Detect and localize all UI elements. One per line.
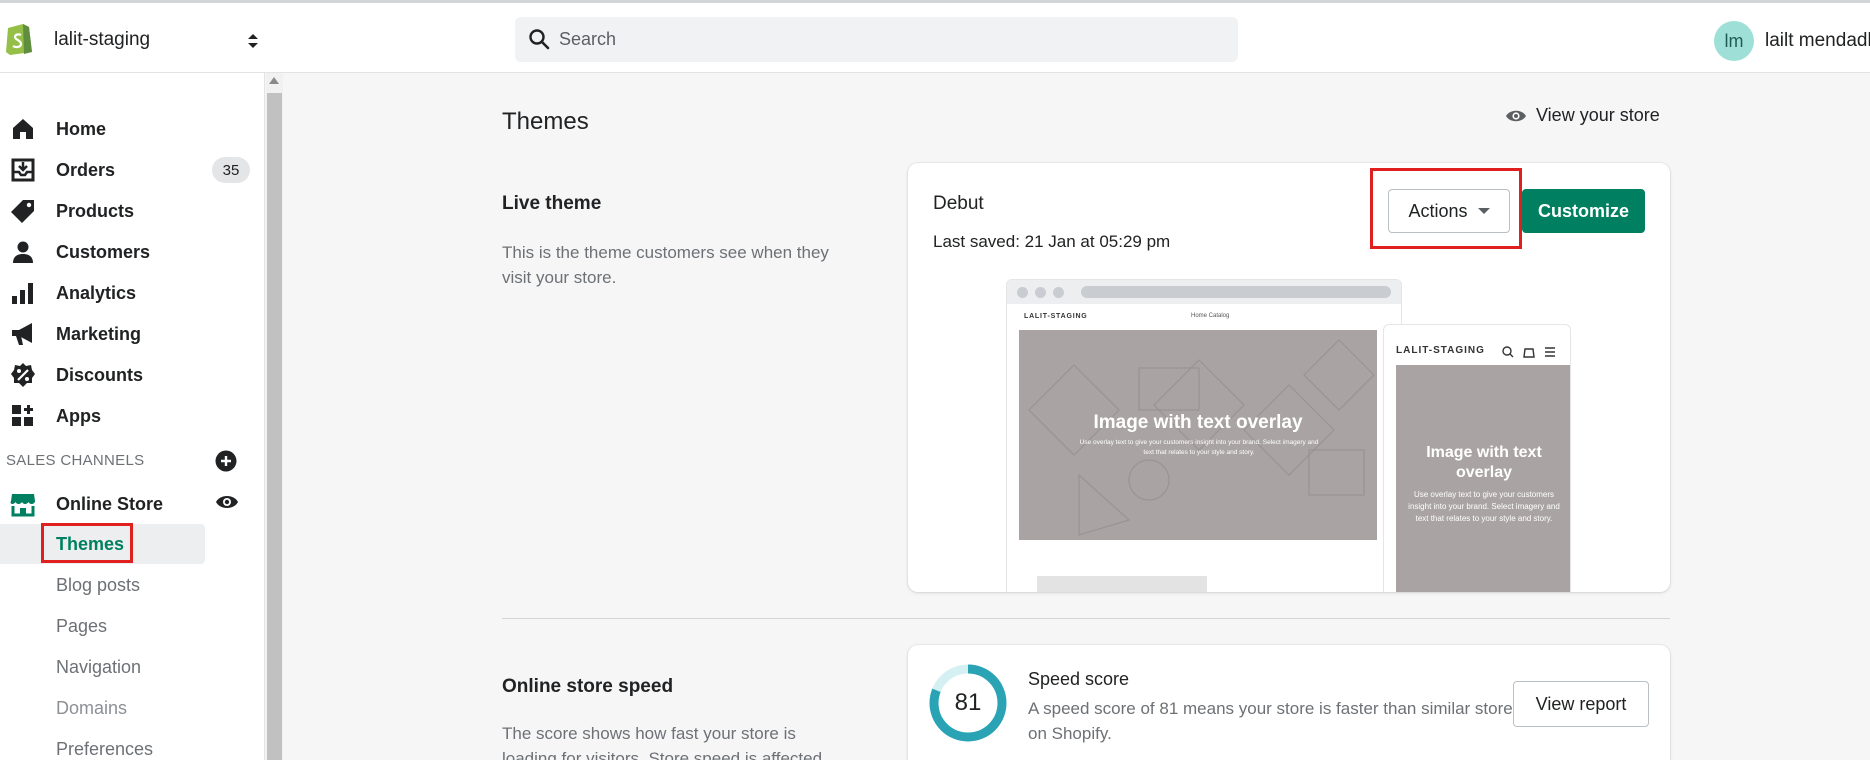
sidebar-subitem-domains[interactable]: Domains: [0, 688, 205, 728]
page-title: Themes: [502, 108, 589, 135]
view-your-store-label: View your store: [1536, 105, 1660, 125]
sidebar-item-marketing[interactable]: Marketing: [0, 314, 265, 354]
eye-icon: [1506, 110, 1526, 121]
megaphone-icon: [12, 323, 32, 345]
sidebar-item-discounts[interactable]: Discounts: [0, 355, 265, 395]
themes-highlight-box: [41, 523, 133, 563]
theme-name: Debut: [933, 193, 984, 214]
window-dot: [1053, 287, 1064, 298]
customize-button[interactable]: Customize: [1522, 189, 1645, 233]
preview-brand: LALIT-STAGING: [1024, 313, 1088, 320]
home-icon: [13, 119, 33, 139]
sidebar-item-label: Online Store: [56, 493, 164, 514]
sidebar-item-products[interactable]: Products: [0, 191, 265, 231]
person-icon: [13, 241, 33, 263]
mobile-nav-icons: [1502, 346, 1555, 358]
sidebar-subitem-label: Blog posts: [56, 575, 141, 595]
preview-hero-text: Use overlay text to give your customers …: [1079, 439, 1319, 456]
apps-icon: [12, 405, 33, 426]
search-icon: [529, 29, 550, 50]
actions-highlight-box: [1370, 168, 1522, 249]
preview-content-block: [1037, 576, 1207, 592]
mobile-preview-hero: Image with text overlay Use overlay text…: [1396, 365, 1570, 592]
sidebar-subitem-preferences[interactable]: Preferences: [0, 729, 205, 760]
sidebar-scrollbar[interactable]: [266, 73, 283, 760]
live-theme-description: This is the theme customers see when the…: [502, 243, 829, 287]
sidebar-subitem-label: Preferences: [56, 739, 154, 759]
preview-hero-image: Image with text overlay Use overlay text…: [1019, 330, 1377, 540]
view-store-eye-icon[interactable]: [215, 491, 239, 513]
user-name[interactable]: lailt mendadkar: [1765, 30, 1870, 52]
tag-icon: [11, 200, 34, 223]
bar-chart-icon: [12, 283, 33, 304]
mobile-preview: LALIT-STAGING Image with text overlay Us…: [1383, 324, 1571, 592]
view-your-store-link[interactable]: View your store: [1505, 105, 1660, 126]
store-name[interactable]: lalit-staging: [54, 29, 150, 51]
sidebar-subitem-label: Pages: [56, 616, 108, 636]
preview-hero-title: Image with text overlay: [1093, 412, 1303, 433]
sidebar-subitem-blog-posts[interactable]: Blog posts: [0, 565, 205, 605]
mobile-hero-title: Image with text overlay: [1426, 444, 1542, 481]
hero-pattern: [1028, 339, 1375, 536]
section-divider: [502, 618, 1670, 619]
speed-score-card: 81 Speed score A speed score of 81 means…: [908, 645, 1670, 760]
search-box[interactable]: [515, 17, 1238, 62]
last-saved: Last saved: 21 Jan at 05:29 pm: [933, 232, 1171, 251]
sidebar-subitem-label: Navigation: [56, 657, 142, 677]
sidebar-item-apps[interactable]: Apps: [0, 396, 265, 436]
preview-nav-links: Home Catalog: [1191, 313, 1230, 319]
sidebar: Home Orders 35 Products Customers Analyt…: [0, 73, 265, 760]
sidebar-item-analytics[interactable]: Analytics: [0, 273, 265, 313]
desktop-preview: LALIT-STAGING Home Catalog Image with te…: [1006, 279, 1402, 592]
mobile-preview-brand: LALIT-STAGING: [1396, 345, 1485, 356]
browser-chrome: [1007, 280, 1401, 304]
live-theme-card: Debut Last saved: 21 Jan at 05:29 pm Act…: [908, 163, 1670, 592]
sidebar-item-label: Home: [56, 118, 107, 139]
online-store-speed-description: The score shows how fast your store is l…: [502, 724, 823, 760]
view-report-button[interactable]: View report: [1513, 681, 1649, 727]
search-input[interactable]: [559, 17, 1219, 62]
sidebar-item-label: Customers: [56, 241, 151, 262]
avatar[interactable]: lm: [1714, 21, 1754, 61]
sidebar-item-label: Apps: [56, 405, 101, 426]
mobile-hero-text: Use overlay text to give your customers …: [1408, 490, 1560, 523]
speed-score-description: A speed score of 81 means your store is …: [1028, 699, 1522, 743]
top-bar: lalit-staging lm lailt mendadkar: [0, 0, 1870, 73]
online-store-speed-heading: Online store speed: [502, 676, 674, 697]
scrollbar-thumb[interactable]: [267, 93, 282, 760]
window-dot: [1017, 287, 1028, 298]
store-icon: [10, 494, 35, 517]
window-dot: [1035, 287, 1046, 298]
orders-count-badge: 35: [212, 157, 250, 183]
speed-score-value: 81: [954, 689, 982, 716]
discount-icon: [11, 363, 35, 387]
scroll-up-arrow-icon[interactable]: [269, 77, 279, 84]
sidebar-item-orders[interactable]: Orders 35: [0, 150, 265, 190]
sidebar-item-label: Analytics: [56, 282, 137, 303]
sidebar-subitem-pages[interactable]: Pages: [0, 606, 205, 646]
sidebar-subitem-label: Domains: [56, 698, 128, 718]
sidebar-item-label: Orders: [56, 159, 116, 180]
shopify-logo-icon[interactable]: [4, 19, 34, 55]
live-theme-heading: Live theme: [502, 193, 602, 214]
sidebar-item-label: Products: [56, 200, 135, 221]
sidebar-item-home[interactable]: Home: [0, 109, 265, 149]
url-bar: [1081, 286, 1391, 298]
switch-store-icon[interactable]: [245, 29, 261, 53]
sidebar-item-customers[interactable]: Customers: [0, 232, 265, 272]
sales-channels-label: SALES CHANNELS: [6, 452, 145, 469]
add-sales-channel-icon[interactable]: [215, 450, 237, 472]
sidebar-subitem-navigation[interactable]: Navigation: [0, 647, 205, 687]
orders-icon: [11, 158, 35, 182]
sidebar-item-label: Discounts: [56, 364, 144, 385]
sidebar-item-label: Marketing: [56, 323, 142, 344]
speed-score-title: Speed score: [1028, 669, 1130, 689]
